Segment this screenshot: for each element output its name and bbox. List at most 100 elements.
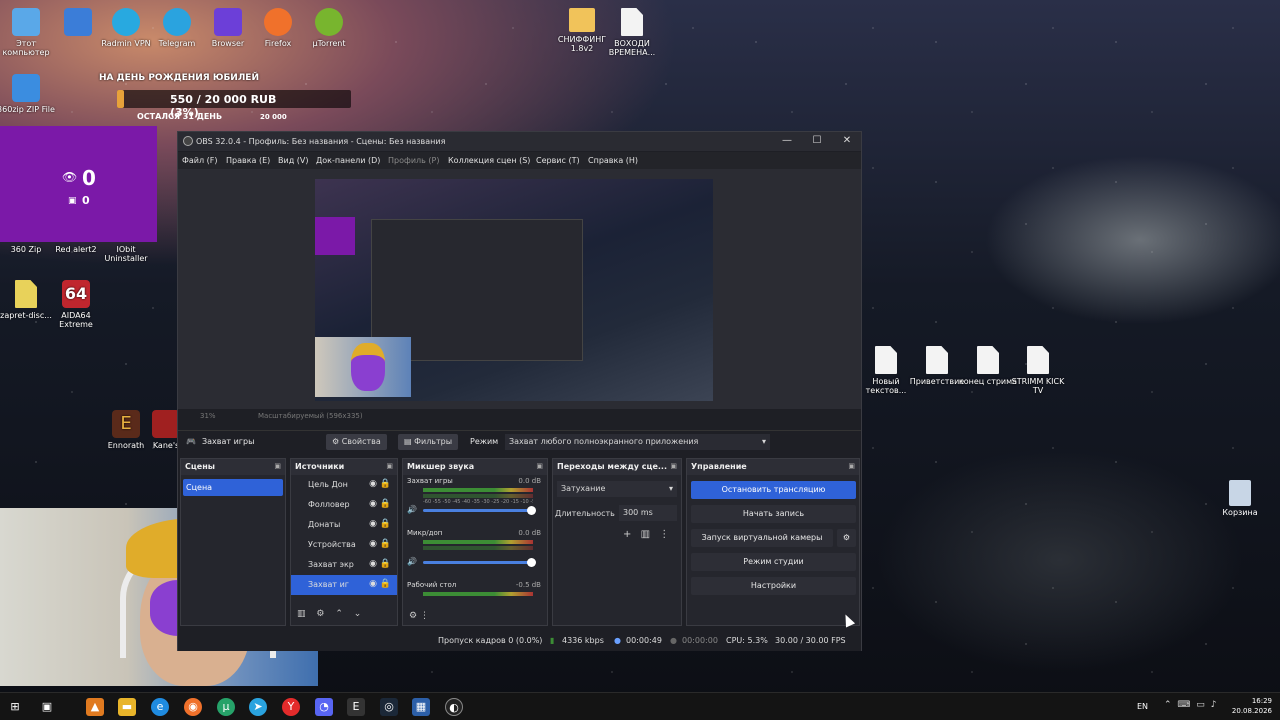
transition-select[interactable]: Затухание ▾: [557, 481, 677, 497]
firefox-icon[interactable]: ◉: [184, 698, 202, 716]
mode-select[interactable]: Захват любого полноэкранного приложения ▾: [505, 434, 770, 450]
chevron-up-icon[interactable]: ⌃: [1164, 700, 1172, 710]
desktop-icon-utorrent[interactable]: µTorrent: [297, 8, 361, 48]
speaker-icon[interactable]: 🔊: [407, 557, 417, 566]
lock-icon[interactable]: 🔒: [380, 479, 391, 489]
mixer-channel: Микр/доп 0.0 dB 🔊: [407, 529, 541, 567]
obs-preview-area[interactable]: [178, 169, 861, 409]
desktop-icon-aida64[interactable]: 64 AIDA64 Extreme: [44, 280, 108, 329]
mixer-toolbar[interactable]: ⚙ ⋮: [409, 611, 429, 621]
close-button[interactable]: ✕: [838, 135, 856, 147]
lock-icon[interactable]: 🔒: [380, 559, 391, 569]
source-item[interactable]: Устройства ◉ 🔒: [291, 535, 397, 555]
lock-icon[interactable]: 🔒: [380, 579, 391, 589]
file-icon: [15, 280, 37, 308]
arrow-up-icon[interactable]: ⌃: [335, 609, 343, 619]
yandex-browser-icon[interactable]: Y: [282, 698, 300, 716]
clock[interactable]: 16:29 20.08.2026: [1232, 696, 1272, 716]
trash-icon[interactable]: ▥: [297, 609, 306, 619]
task-view-icon[interactable]: ▣: [38, 698, 56, 716]
properties-button[interactable]: ⚙ Свойства: [326, 434, 387, 450]
gear-icon[interactable]: ⚙: [409, 611, 417, 621]
eye-icon[interactable]: ◉: [369, 579, 377, 589]
virtual-camera-button[interactable]: Запуск виртуальной камеры: [691, 529, 833, 547]
settings-button[interactable]: Настройки: [691, 577, 856, 595]
sources-toolbar[interactable]: ▥ ⚙ ⌃ ⌄: [297, 609, 361, 619]
source-item-selected[interactable]: Захват иг ◉ 🔒: [291, 575, 397, 595]
desktop-icon-vohodi[interactable]: ВОХОДИ ВРЕМЕНА...: [600, 8, 664, 57]
source-item[interactable]: Захват экр ◉ 🔒: [291, 555, 397, 575]
dock-menu-icon[interactable]: ▣: [848, 462, 855, 470]
more-icon[interactable]: ⋮: [659, 529, 669, 540]
stop-stream-button[interactable]: Остановить трансляцию: [691, 481, 856, 499]
eye-icon[interactable]: ◉: [369, 499, 377, 509]
transition-toolbar[interactable]: + ▥ ⋮: [623, 529, 669, 540]
menu-scene-collection[interactable]: Коллекция сцен (S): [448, 156, 530, 165]
edge-icon[interactable]: e: [151, 698, 169, 716]
obs-window[interactable]: OBS 32.0.4 - Профиль: Без названия - Сце…: [177, 131, 862, 651]
scene-item[interactable]: Сцена: [183, 479, 283, 496]
app-window-icon[interactable]: ▦: [412, 698, 430, 716]
volume-slider[interactable]: [423, 558, 536, 567]
desktop-icon-strimm[interactable]: STRIMM KICK TV: [1006, 346, 1070, 395]
zoom-mode[interactable]: Масштабируемый (596x335): [258, 412, 363, 420]
menu-edit[interactable]: Правка (E): [226, 156, 270, 165]
donation-goal-widget: НА ДЕНЬ РОЖДЕНИЯ ЮБИЛЕЙ 550 / 20 000 RUB…: [55, 70, 351, 126]
desktop-icon-360zip-file[interactable]: 360zip ZIP File: [0, 74, 58, 114]
zoom-value[interactable]: 31%: [200, 412, 216, 420]
virtual-camera-settings-button[interactable]: ⚙: [837, 529, 856, 547]
dock-menu-icon[interactable]: ▣: [670, 462, 677, 470]
dock-menu-icon[interactable]: ▣: [536, 462, 543, 470]
volume-icon[interactable]: ♪: [1211, 700, 1217, 710]
filters-button[interactable]: ▤ Фильтры: [398, 434, 459, 450]
obs-titlebar[interactable]: OBS 32.0.4 - Профиль: Без названия - Сце…: [178, 132, 861, 151]
menu-view[interactable]: Вид (V): [278, 156, 308, 165]
eye-icon[interactable]: ◉: [369, 479, 377, 489]
maximize-button[interactable]: ☐: [808, 135, 826, 147]
eye-icon[interactable]: ◉: [369, 559, 377, 569]
obs-icon[interactable]: ◐: [445, 698, 463, 716]
plus-icon[interactable]: +: [623, 529, 631, 540]
menu-profile[interactable]: Профиль (P): [388, 156, 439, 165]
speaker-icon[interactable]: 🔊: [407, 505, 417, 514]
keyboard-icon[interactable]: ⌨: [1177, 700, 1190, 710]
menu-file[interactable]: Файл (F): [182, 156, 218, 165]
lock-icon[interactable]: 🔒: [380, 539, 391, 549]
duration-input[interactable]: 300 ms: [619, 505, 677, 521]
desktop-icon-recycle-bin[interactable]: Корзина: [1218, 480, 1262, 517]
trash-icon[interactable]: ▥: [641, 529, 650, 540]
more-icon[interactable]: ⋮: [420, 611, 429, 621]
vlc-icon[interactable]: ▲: [86, 698, 104, 716]
source-item[interactable]: Донаты ◉ 🔒: [291, 515, 397, 535]
start-record-button[interactable]: Начать запись: [691, 505, 856, 523]
steam-icon[interactable]: ◎: [380, 698, 398, 716]
source-item[interactable]: Фолловер ◉ 🔒: [291, 495, 397, 515]
network-icon[interactable]: ▭: [1196, 700, 1205, 710]
arrow-down-icon[interactable]: ⌄: [354, 609, 362, 619]
minimize-button[interactable]: —: [778, 135, 796, 147]
explorer-icon[interactable]: ▬: [118, 698, 136, 716]
lock-icon[interactable]: 🔒: [380, 499, 391, 509]
lock-icon[interactable]: 🔒: [380, 519, 391, 529]
start-button[interactable]: ⊞: [6, 698, 24, 716]
menu-help[interactable]: Справка (H): [588, 156, 638, 165]
gear-icon[interactable]: ⚙: [316, 609, 324, 619]
dock-menu-icon[interactable]: ▣: [274, 462, 281, 470]
eye-icon[interactable]: ◉: [369, 539, 377, 549]
utorrent-icon[interactable]: µ: [217, 698, 235, 716]
studio-mode-button[interactable]: Режим студии: [691, 553, 856, 571]
telegram-icon[interactable]: ➤: [249, 698, 267, 716]
volume-slider[interactable]: [423, 506, 536, 515]
source-item[interactable]: Цель Дон ◉ 🔒: [291, 475, 397, 495]
menu-tools[interactable]: Сервис (T): [536, 156, 580, 165]
eye-icon[interactable]: ◉: [369, 519, 377, 529]
language-indicator[interactable]: EN: [1137, 702, 1148, 711]
obs-preview-canvas[interactable]: [315, 179, 713, 401]
epic-games-icon[interactable]: E: [347, 698, 365, 716]
menu-docks[interactable]: Док-панели (D): [316, 156, 380, 165]
zoom-bar[interactable]: 31% Масштабируемый (596x335): [178, 409, 861, 423]
tray-icons[interactable]: ⌃ ⌨ ▭ ♪: [1164, 700, 1216, 710]
dock-menu-icon[interactable]: ▣: [386, 462, 393, 470]
controls-header: Управление ▣: [687, 459, 859, 475]
discord-icon[interactable]: ◔: [315, 698, 333, 716]
